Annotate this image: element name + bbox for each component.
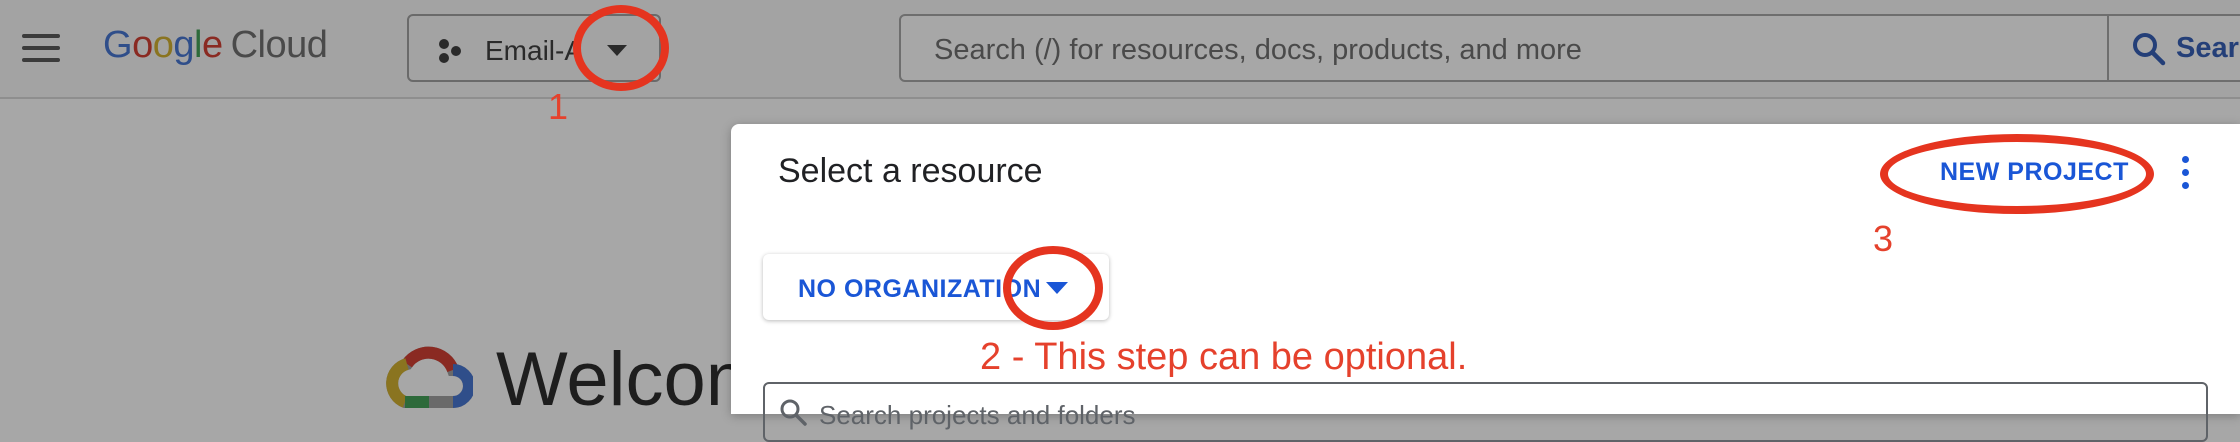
annotation-step-1: 1 (548, 86, 569, 127)
hamburger-menu-icon[interactable] (22, 34, 60, 64)
annotation-circle-3 (1880, 134, 2154, 214)
search-button[interactable]: Search (2107, 14, 2240, 82)
annotation-circle-2 (1003, 246, 1103, 330)
search-input[interactable]: Search (/) for resources, docs, products… (899, 14, 2240, 82)
logo-google-text: Google (103, 24, 223, 66)
project-search-placeholder: Search projects and folders (819, 400, 1136, 430)
welcome-heading: Welcom (496, 337, 770, 422)
more-vert-icon[interactable] (2182, 156, 2190, 196)
search-button-label: Search (2176, 32, 2240, 64)
dialog-title: Select a resource (778, 152, 1043, 190)
search-icon (2133, 33, 2166, 66)
annotation-step-3: 3 (1873, 218, 1894, 259)
top-bar: Google Cloud Email-A Search (/) for resou… (0, 0, 2240, 99)
search-icon (780, 399, 807, 426)
annotation-circle-1 (573, 5, 669, 91)
search-placeholder: Search (/) for resources, docs, products… (934, 34, 1582, 66)
logo-cloud-text: Cloud (230, 24, 328, 66)
annotation-step-2: 2 - This step can be optional. (980, 336, 1468, 378)
google-cloud-logo-icon (386, 346, 473, 408)
project-search-input[interactable]: Search projects and folders (763, 382, 2208, 442)
project-dots-icon (439, 39, 461, 63)
google-cloud-logo[interactable]: Google Cloud (103, 24, 328, 67)
project-name: Email-A (485, 35, 584, 66)
